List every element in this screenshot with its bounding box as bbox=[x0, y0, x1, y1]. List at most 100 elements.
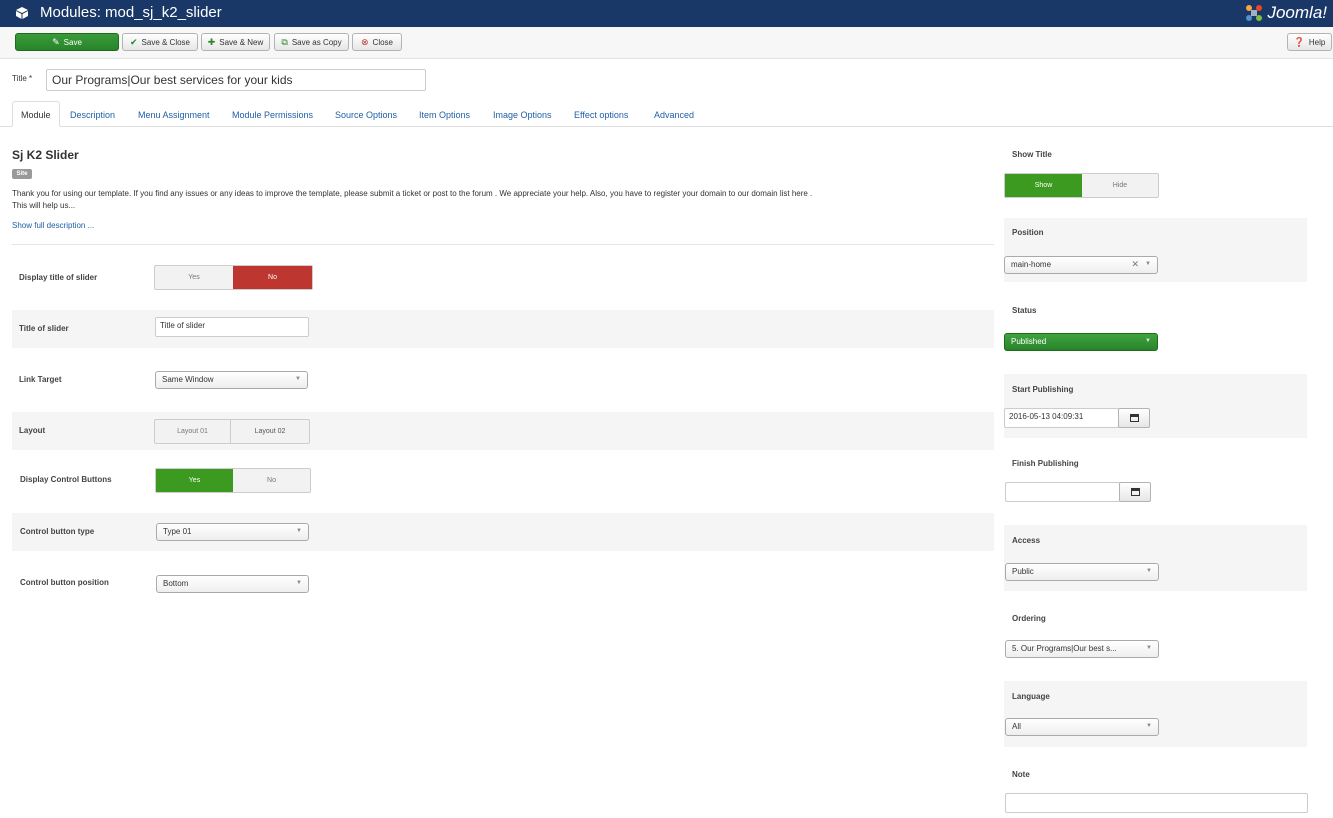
layout-02-option[interactable]: Layout 02 bbox=[231, 420, 309, 443]
cube-icon bbox=[16, 7, 28, 19]
edit-icon: ✎ bbox=[52, 36, 60, 47]
display-controls-yes[interactable]: Yes bbox=[156, 469, 233, 492]
control-position-select[interactable]: Bottom ▼ bbox=[156, 575, 309, 593]
note-label: Note bbox=[1012, 770, 1030, 779]
save-new-button[interactable]: ✚ Save & New bbox=[201, 33, 270, 51]
save-copy-label: Save as Copy bbox=[291, 37, 342, 47]
tab-module-permissions[interactable]: Module Permissions bbox=[232, 110, 313, 120]
status-block: Status Published ▼ bbox=[1004, 296, 1307, 360]
ordering-value: 5. Our Programs|Our best s... bbox=[1012, 644, 1117, 653]
question-icon: ❓ bbox=[1293, 36, 1305, 47]
start-publishing-label: Start Publishing bbox=[1012, 385, 1074, 394]
show-full-description-link[interactable]: Show full description ... bbox=[12, 221, 94, 230]
calendar-icon bbox=[1130, 488, 1140, 496]
save-close-button[interactable]: ✔ Save & Close bbox=[122, 33, 198, 51]
module-heading: Sj K2 Slider bbox=[12, 148, 79, 162]
chevron-down-icon: ▼ bbox=[1145, 261, 1151, 267]
control-type-label: Control button type bbox=[20, 527, 95, 536]
tab-description[interactable]: Description bbox=[70, 110, 115, 120]
display-controls-label: Display Control Buttons bbox=[20, 475, 112, 484]
tab-advanced[interactable]: Advanced bbox=[654, 110, 694, 120]
start-publishing-input[interactable]: 2016-05-13 04:09:31 bbox=[1004, 408, 1119, 428]
control-position-value: Bottom bbox=[163, 579, 189, 588]
chevron-down-icon: ▼ bbox=[1145, 338, 1151, 344]
display-title-yes[interactable]: Yes bbox=[155, 266, 233, 289]
divider bbox=[12, 244, 994, 245]
layout-01-option[interactable]: Layout 01 bbox=[155, 420, 231, 443]
finish-publishing-block: Finish Publishing bbox=[1004, 452, 1307, 514]
link-target-value: Same Window bbox=[162, 375, 214, 384]
tab-source-options[interactable]: Source Options bbox=[335, 110, 397, 120]
title-of-slider-input[interactable]: Title of slider bbox=[155, 317, 309, 337]
note-input[interactable] bbox=[1005, 793, 1308, 813]
finish-publishing-label: Finish Publishing bbox=[1012, 459, 1079, 468]
checkmark-icon: ✔ bbox=[129, 36, 138, 47]
position-block: Position main-home ✕ ▼ bbox=[1004, 218, 1307, 282]
status-select[interactable]: Published ▼ bbox=[1004, 333, 1158, 351]
language-select[interactable]: All ▼ bbox=[1005, 718, 1159, 736]
position-select[interactable]: main-home ✕ ▼ bbox=[1004, 256, 1158, 274]
access-label: Access bbox=[1012, 536, 1041, 545]
display-title-label: Display title of slider bbox=[19, 273, 98, 282]
display-controls-toggle: Yes No bbox=[155, 468, 311, 493]
tab-item-options[interactable]: Item Options bbox=[419, 110, 470, 120]
joomla-logo[interactable]: Joomla! bbox=[1244, 1, 1327, 25]
position-label: Position bbox=[1012, 228, 1044, 237]
start-publishing-block: Start Publishing 2016-05-13 04:09:31 bbox=[1004, 374, 1307, 438]
chevron-down-icon: ▼ bbox=[296, 580, 302, 586]
start-calendar-button[interactable] bbox=[1118, 408, 1150, 428]
page-title: Modules: mod_sj_k2_slider bbox=[40, 4, 222, 21]
control-position-label: Control button position bbox=[20, 578, 109, 587]
ordering-select[interactable]: 5. Our Programs|Our best s... ▼ bbox=[1005, 640, 1159, 658]
finish-publishing-input[interactable] bbox=[1005, 482, 1120, 502]
help-button[interactable]: ❓ Help bbox=[1287, 33, 1332, 51]
close-button[interactable]: ⊗ Close bbox=[352, 33, 402, 51]
show-title-label: Show Title bbox=[1012, 150, 1052, 159]
copy-icon: ⧉ bbox=[281, 36, 288, 47]
title-label: Title * bbox=[12, 74, 33, 83]
display-title-no[interactable]: No bbox=[233, 266, 312, 289]
row-control-position: Control button position Bottom ▼ bbox=[12, 564, 994, 604]
show-title-show[interactable]: Show bbox=[1005, 174, 1082, 197]
link-target-select[interactable]: Same Window ▼ bbox=[155, 371, 308, 389]
save-close-label: Save & Close bbox=[141, 37, 190, 47]
display-controls-no[interactable]: No bbox=[233, 469, 310, 492]
access-select[interactable]: Public ▼ bbox=[1005, 563, 1159, 581]
link-target-label: Link Target bbox=[19, 375, 62, 384]
title-of-slider-label: Title of slider bbox=[19, 324, 69, 333]
tab-effect-options[interactable]: Effect options bbox=[574, 110, 628, 120]
module-description: Thank you for using our template. If you… bbox=[12, 188, 987, 212]
title-input[interactable]: Our Programs|Our best services for your … bbox=[46, 69, 426, 91]
position-value: main-home bbox=[1011, 260, 1052, 269]
row-layout: Layout Layout 01 Layout 02 bbox=[12, 412, 994, 450]
access-value: Public bbox=[1012, 567, 1034, 576]
status-value: Published bbox=[1011, 337, 1047, 346]
tab-menu-assignment[interactable]: Menu Assignment bbox=[138, 110, 210, 120]
control-type-value: Type 01 bbox=[163, 527, 192, 536]
chevron-down-icon: ▼ bbox=[1146, 645, 1152, 651]
layout-toggle: Layout 01 Layout 02 bbox=[154, 419, 310, 444]
control-type-select[interactable]: Type 01 ▼ bbox=[156, 523, 309, 541]
finish-calendar-button[interactable] bbox=[1119, 482, 1151, 502]
show-title-hide[interactable]: Hide bbox=[1082, 174, 1158, 197]
chevron-down-icon: ▼ bbox=[296, 528, 302, 534]
tab-module[interactable]: Module bbox=[12, 101, 60, 127]
row-link-target: Link Target Same Window ▼ bbox=[12, 360, 994, 400]
clear-icon[interactable]: ✕ bbox=[1131, 259, 1139, 270]
save-copy-button[interactable]: ⧉ Save as Copy bbox=[274, 33, 349, 51]
toolbar: ✎ Save ✔ Save & Close ✚ Save & New ⧉ Sav… bbox=[0, 27, 1333, 59]
ordering-label: Ordering bbox=[1012, 614, 1046, 623]
plus-icon: ✚ bbox=[207, 36, 216, 47]
chevron-down-icon: ▼ bbox=[1146, 568, 1152, 574]
show-title-block: Show Title Show Hide bbox=[1004, 140, 1307, 206]
save-button[interactable]: ✎ Save bbox=[15, 33, 119, 51]
chevron-down-icon: ▼ bbox=[295, 376, 301, 382]
language-label: Language bbox=[1012, 692, 1050, 701]
tab-bar: Module Description Menu Assignment Modul… bbox=[0, 101, 1333, 127]
status-label: Status bbox=[1012, 306, 1037, 315]
display-title-toggle: Yes No bbox=[154, 265, 313, 290]
close-circle-icon: ⊗ bbox=[361, 36, 369, 47]
close-label: Close bbox=[372, 37, 393, 47]
tab-image-options[interactable]: Image Options bbox=[493, 110, 552, 120]
language-value: All bbox=[1012, 722, 1021, 731]
